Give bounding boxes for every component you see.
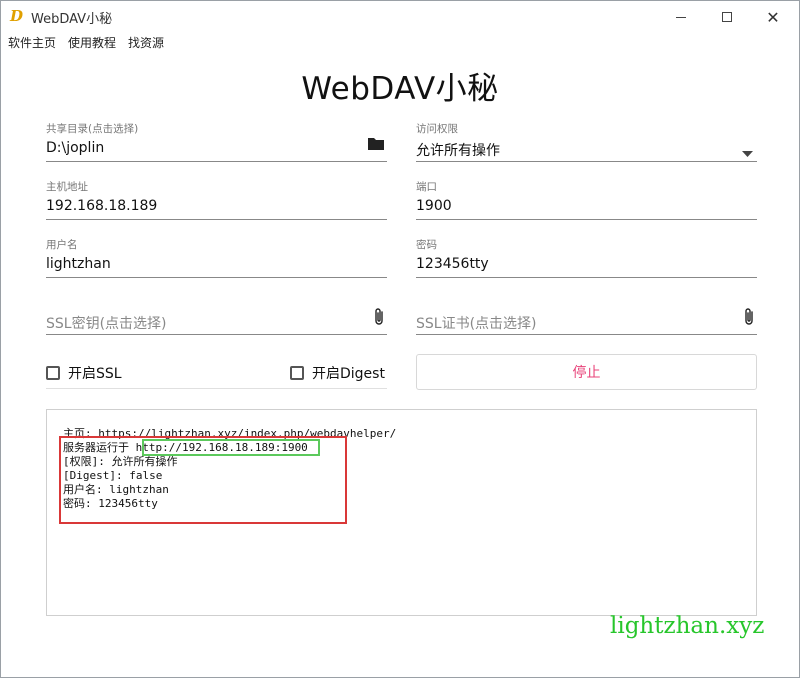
share-dir-field[interactable]: 共享目录(点击选择) D:\joplin (46, 121, 387, 162)
port-field[interactable]: 端口 1900 (416, 179, 757, 220)
watermark: lightzhan.xyz (610, 613, 765, 639)
password-value: 123456tty (416, 256, 489, 272)
username-value: lightzhan (46, 256, 111, 272)
stop-button[interactable]: 停止 (416, 354, 757, 390)
maximize-button[interactable] (704, 1, 750, 33)
checkbox-box[interactable] (290, 366, 304, 380)
menu-item-tutorial[interactable]: 使用教程 (62, 33, 122, 53)
enable-digest-label: 开启Digest (312, 366, 385, 382)
port-label: 端口 (416, 181, 437, 193)
enable-ssl-label: 开启SSL (68, 366, 122, 382)
ssl-key-field[interactable]: SSL密钥(点击选择) (46, 301, 387, 335)
checkbox-box[interactable] (46, 366, 60, 380)
dropdown-arrow-icon (742, 142, 753, 161)
host-address-value: 192.168.18.189 (46, 198, 158, 214)
minimize-button[interactable] (658, 1, 704, 33)
window-title: WebDAV小秘 (31, 12, 113, 27)
share-dir-value: D:\joplin (46, 140, 105, 156)
host-address-field[interactable]: 主机地址 192.168.18.189 (46, 179, 387, 220)
menu-bar: 软件主页 使用教程 找资源 (1, 33, 170, 53)
ssl-cert-placeholder: SSL证书(点击选择) (416, 316, 537, 332)
app-logo-icon: D (10, 7, 24, 25)
access-permission-select[interactable]: 访问权限 允许所有操作 (416, 121, 757, 162)
port-value: 1900 (416, 198, 452, 214)
menu-item-find-resources[interactable]: 找资源 (122, 33, 170, 53)
app-window: D WebDAV小秘 ✕ 软件主页 使用教程 找资源 WebDAV小秘 共享目录… (0, 0, 800, 678)
title-bar[interactable]: D WebDAV小秘 ✕ (1, 1, 799, 33)
ssl-key-placeholder: SSL密钥(点击选择) (46, 316, 167, 332)
access-permission-value: 允许所有操作 (416, 143, 500, 159)
paperclip-icon[interactable] (373, 307, 385, 331)
maximize-icon (722, 12, 732, 22)
enable-digest-checkbox[interactable]: 开启Digest (290, 363, 385, 383)
host-address-label: 主机地址 (46, 181, 88, 193)
username-label: 用户名 (46, 239, 78, 251)
highlight-green-box (142, 439, 320, 456)
username-field[interactable]: 用户名 lightzhan (46, 237, 387, 278)
password-field[interactable]: 密码 123456tty (416, 237, 757, 278)
access-permission-label: 访问权限 (416, 123, 458, 135)
close-icon: ✕ (766, 7, 780, 27)
minimize-icon (676, 16, 686, 18)
options-row: 开启SSL 开启Digest (46, 357, 387, 389)
close-button[interactable]: ✕ (750, 1, 796, 33)
paperclip-icon[interactable] (743, 307, 755, 331)
ssl-cert-field[interactable]: SSL证书(点击选择) (416, 301, 757, 335)
menu-item-homepage[interactable]: 软件主页 (1, 33, 62, 53)
enable-ssl-checkbox[interactable]: 开启SSL (46, 363, 122, 383)
page-title: WebDAV小秘 (301, 71, 499, 107)
folder-icon[interactable] (367, 136, 385, 155)
share-dir-label: 共享目录(点击选择) (46, 123, 139, 135)
password-label: 密码 (416, 239, 437, 251)
